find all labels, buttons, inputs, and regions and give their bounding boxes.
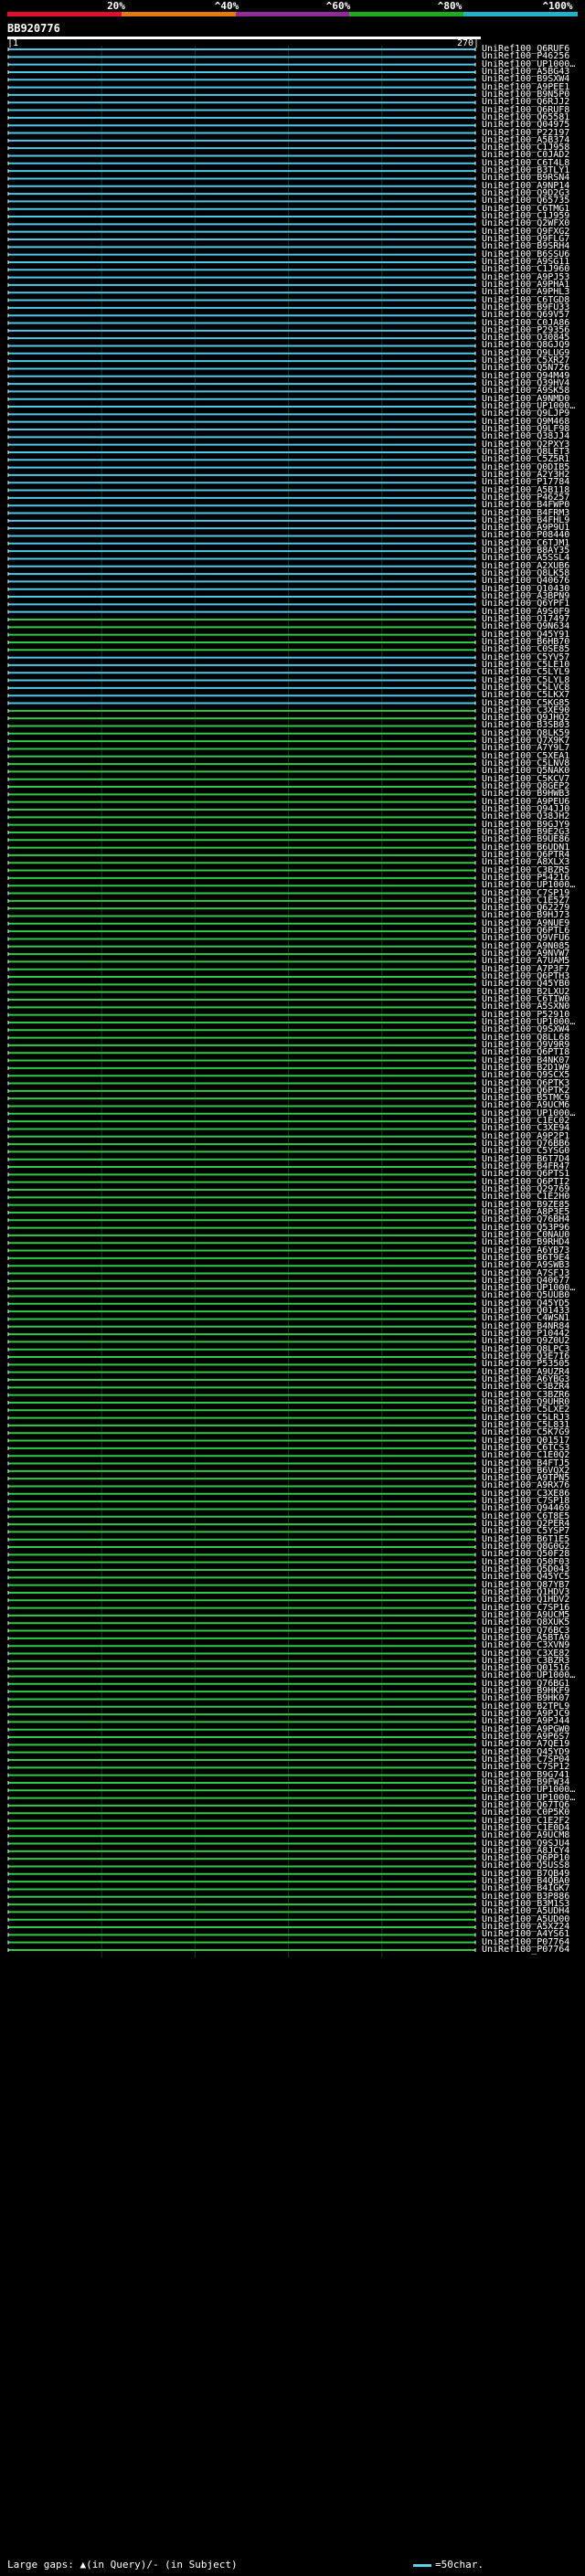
scale-legend: =50char.: [413, 2559, 484, 2571]
large-gaps-legend: Large gaps: ▲(in Query)/‐ (in Subject): [7, 2559, 238, 2571]
subject-link[interactable]: UniRef100_P07764: [482, 1945, 569, 1955]
scale-bar: [413, 2563, 431, 2567]
subject-labels: UniRef100_Q6RUF6 UniRef100_P46256 UniRef10…: [0, 0, 585, 2576]
scale-label: =50char.: [435, 2559, 484, 2571]
